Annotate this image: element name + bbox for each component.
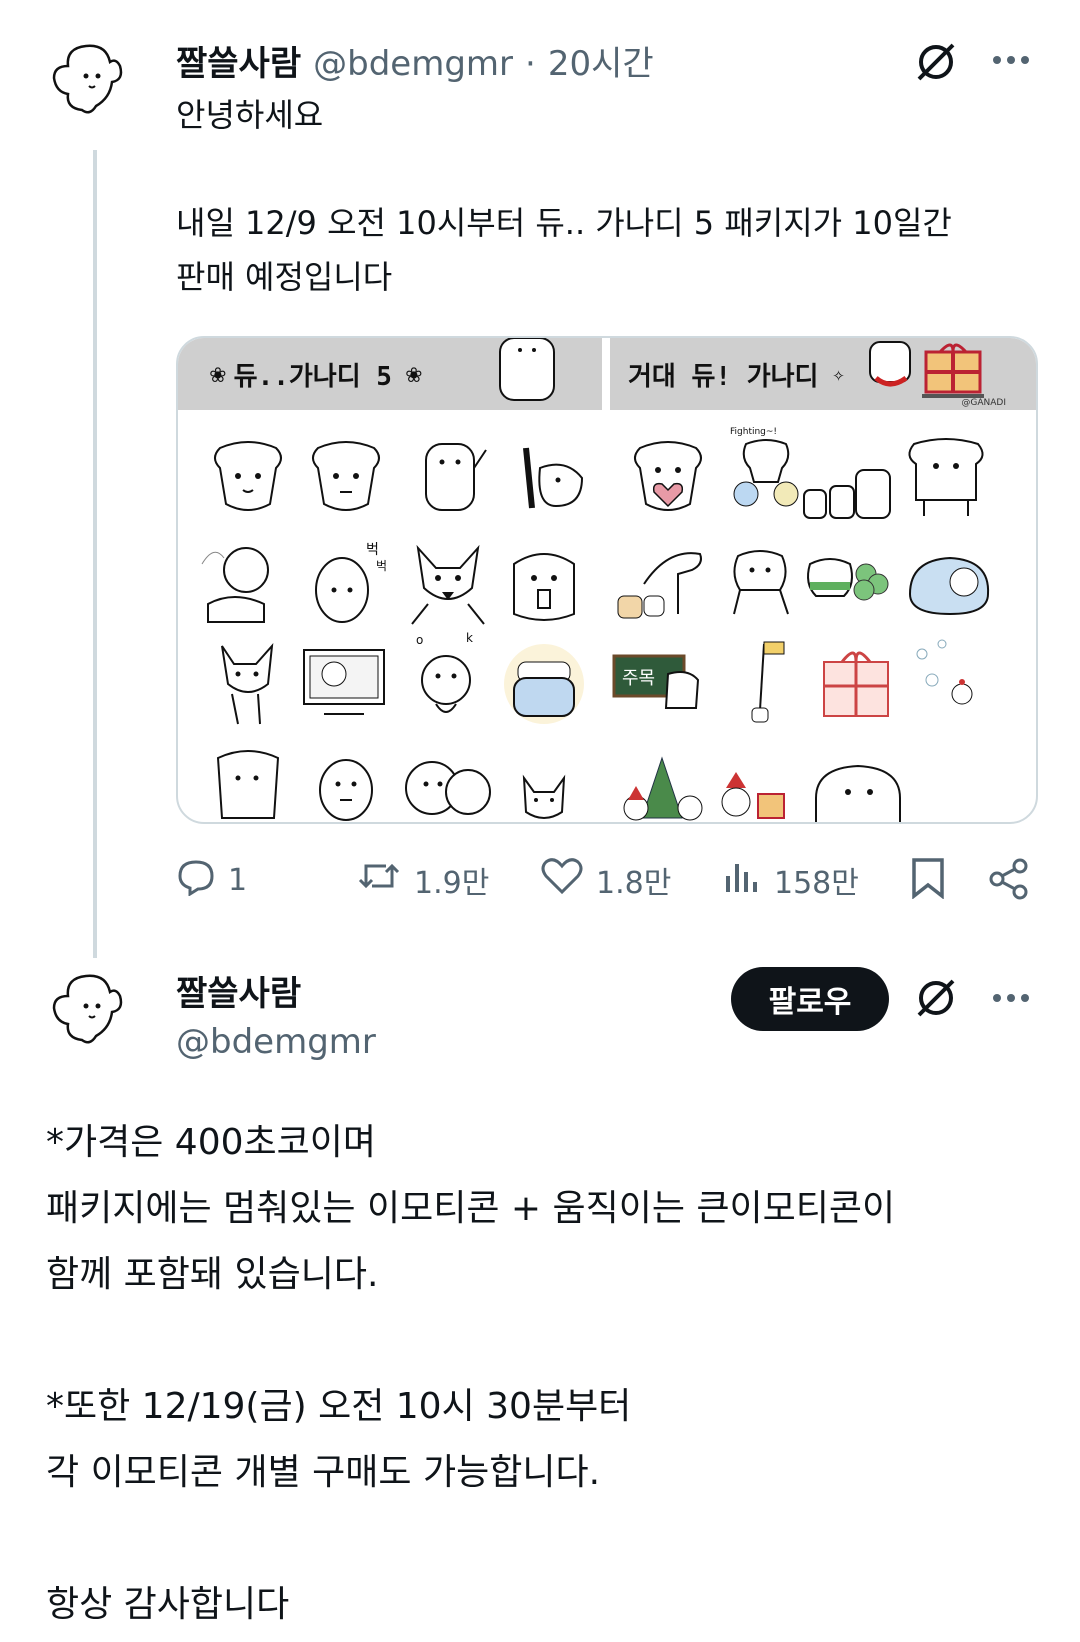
timestamp[interactable]: 20시간 — [548, 36, 654, 85]
author-handle[interactable]: @bdemgmr — [313, 44, 513, 84]
sticker-dog-big — [804, 738, 904, 822]
sticker-dog-dance — [710, 534, 810, 634]
follow-button[interactable]: 팔로우 — [731, 967, 889, 1031]
reply-icon — [176, 856, 216, 904]
author-name[interactable]: 짤쓸사람 — [176, 36, 301, 85]
watermark: @GANADI — [961, 398, 1006, 408]
avatar[interactable] — [46, 36, 130, 120]
retweet-count: 1.9만 — [414, 866, 490, 901]
sticker-dog — [400, 428, 500, 528]
sticker-dog — [496, 428, 596, 528]
right-banner-title: 거대 듀! 가나디 — [628, 361, 819, 392]
sticker-dog-clover — [800, 534, 900, 634]
svg-text:주목: 주목 — [622, 668, 655, 689]
sticker-christmas — [606, 738, 706, 822]
sticker-dog-spin — [194, 534, 294, 634]
svg-text:Fighting~!: Fighting~! — [730, 427, 777, 437]
bbeok-text: 벅 — [366, 542, 379, 558]
sticker-dog — [198, 428, 298, 528]
sticker-dog-duo — [392, 738, 492, 822]
sticker-cat — [198, 634, 298, 734]
reply-button[interactable]: 1 — [176, 856, 247, 904]
author-name[interactable]: 짤쓸사람 — [176, 966, 301, 1015]
banner-dog — [492, 338, 564, 404]
views-button[interactable]: 158만 — [722, 856, 859, 904]
sticker-dog-tv — [294, 634, 394, 734]
sticker-dog-ok: ok — [396, 630, 496, 730]
svg-text:벅: 벅 — [376, 559, 387, 573]
thread-line — [93, 150, 97, 958]
sticker-dog — [296, 428, 396, 528]
avatar[interactable] — [46, 966, 130, 1050]
media-image[interactable]: ❀ 듀..가나디 5 ❀ 거대 듀! 가나디 ✧ @GANADI Fightin… — [176, 336, 1038, 824]
sticker-dog-flag — [712, 630, 812, 730]
sticker-dino — [608, 534, 708, 634]
reply-text: 안녕하세요 내일 12/9 오전 10시부터 듀.. 가나디 5 패키지가 10… — [176, 96, 952, 296]
sticker-grid: Fighting~! 벅벅 ok 주목 — [178, 418, 1036, 822]
sticker-dog-santa — [706, 738, 806, 822]
separator: · — [525, 44, 536, 84]
share-icon[interactable] — [986, 856, 1032, 902]
sticker-dog-family — [796, 440, 896, 540]
main-tweet-text: *가격은 400초코이며 패키지에는 멈춰있는 이모티콘 + 움직이는 큰이모티… — [46, 1122, 896, 1625]
paw-icon: ❀ — [210, 359, 226, 389]
sticker-dog-cry — [494, 534, 594, 634]
grok-icon[interactable] — [910, 972, 962, 1024]
grok-icon[interactable] — [910, 36, 962, 88]
sticker-cat — [398, 534, 498, 634]
more-icon[interactable] — [985, 40, 1037, 80]
more-icon[interactable] — [985, 978, 1037, 1018]
sticker-dog-chalkboard: 주목 — [608, 634, 708, 734]
sticker-dog-bbeok: 벅벅 — [296, 534, 396, 634]
left-banner-title: 듀..가나디 5 — [233, 361, 392, 392]
sticker-dog-bed — [494, 634, 594, 734]
paw-icon: ❀ — [405, 359, 422, 389]
views-icon — [722, 856, 762, 904]
heart-icon — [540, 856, 584, 904]
sparkle-icon: ✧ — [832, 362, 845, 386]
svg-text:k: k — [466, 631, 473, 645]
sticker-dog — [896, 428, 996, 528]
gift-dog — [866, 338, 1016, 404]
author-handle[interactable]: @bdemgmr — [176, 1022, 376, 1062]
svg-text:o: o — [416, 633, 423, 647]
reply-header: 짤쓸사람 @bdemgmr · 20시간 — [176, 36, 654, 85]
like-count: 1.8만 — [596, 866, 672, 901]
reply-count: 1 — [228, 862, 248, 898]
like-button[interactable]: 1.8만 — [540, 856, 671, 904]
retweet-button[interactable]: 1.9만 — [356, 856, 489, 904]
sticker-dog-blanket — [900, 534, 1000, 634]
sticker-cat-small — [494, 738, 594, 822]
sticker-dog-heart — [618, 428, 718, 528]
views-count: 158만 — [774, 866, 859, 901]
sticker-dog-sad — [198, 738, 298, 822]
bookmark-icon[interactable] — [906, 856, 950, 900]
sticker-bubbles — [902, 630, 1002, 730]
retweet-icon — [356, 856, 402, 904]
sticker-gift — [806, 634, 906, 734]
sticker-dog-face — [296, 738, 396, 822]
